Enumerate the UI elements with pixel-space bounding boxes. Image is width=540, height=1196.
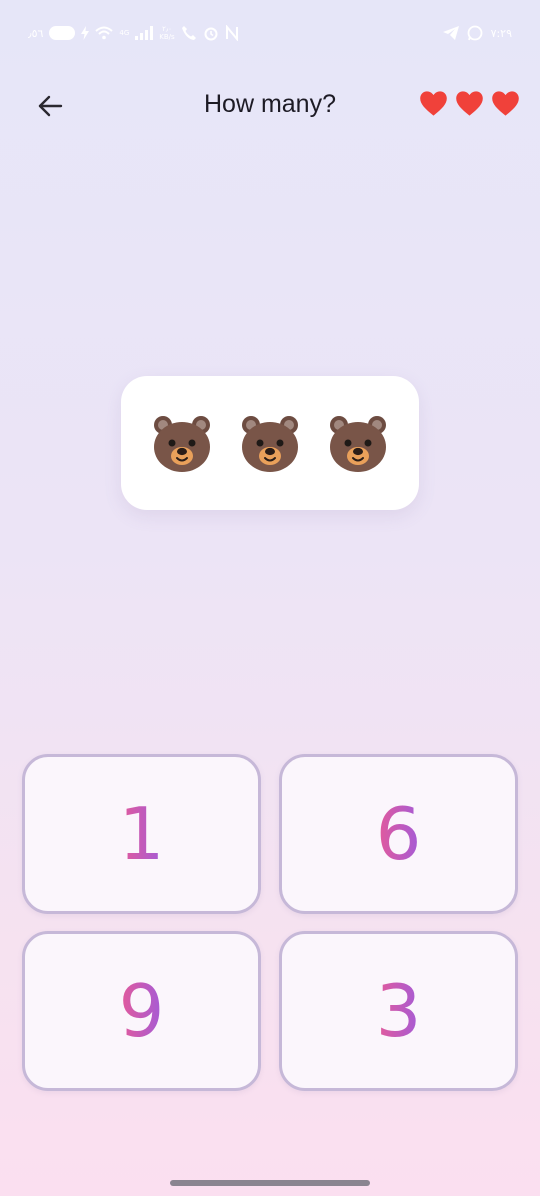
network-speed: ٢٫٠ KB/s [159,25,175,41]
heart-icon [492,91,519,116]
signal-icon [135,26,154,40]
heart-icon [456,91,483,116]
answer-grid: 1 6 9 3 [22,754,518,1091]
alarm-icon [204,27,218,41]
answer-label: 6 [375,792,422,876]
telegram-icon [442,26,459,40]
answer-button[interactable]: 1 [22,754,261,914]
answer-label: 1 [118,792,165,876]
toggle-indicator-icon [49,26,76,40]
status-bar-right: ٧:٢٩ [442,22,512,44]
header: How many? [0,72,540,138]
wifi-icon [95,26,114,40]
bear-face-icon [154,416,210,472]
nfc-icon [225,25,238,41]
home-indicator[interactable] [170,1180,370,1186]
status-left-text: ٫٥٦ [28,26,44,40]
answer-label: 3 [375,969,422,1053]
question-card [121,376,419,510]
status-bar: ٫٥٦ 4G ٢٫٠ KB/s ٧:٢٩ [0,0,540,64]
answer-button[interactable]: 6 [279,754,518,914]
status-bar-left: ٫٥٦ 4G ٢٫٠ KB/s [28,22,239,44]
bear-face-icon [242,416,298,472]
whatsapp-icon [467,25,482,41]
network-type: 4G [119,29,130,37]
answer-label: 9 [118,969,165,1053]
answer-button[interactable]: 3 [279,931,518,1091]
bear-face-icon [330,416,386,472]
clock: ٧:٢٩ [490,26,512,40]
wifi-calling-icon [181,26,196,40]
charging-icon [81,26,90,40]
lives-hearts [419,90,520,117]
heart-icon [420,91,447,116]
answer-button[interactable]: 9 [22,931,261,1091]
